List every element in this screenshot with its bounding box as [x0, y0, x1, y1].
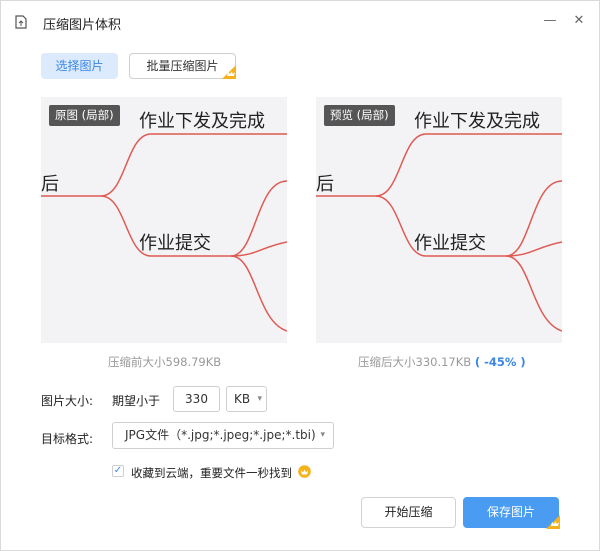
crown-icon: [546, 515, 560, 529]
minimize-icon[interactable]: —: [541, 12, 559, 30]
preview-tag: 预览 (局部): [324, 105, 395, 126]
batch-compress-label: 批量压缩图片: [146, 59, 219, 73]
title-bar: 压缩图片体积 — ✕: [1, 1, 599, 41]
document-icon: [15, 15, 27, 29]
crown-icon: [222, 65, 236, 79]
cloud-save-checkbox[interactable]: ✓: [112, 465, 124, 477]
preview-size-caption: 压缩后大小330.17KB ( -45% ): [358, 354, 526, 370]
mindmap-branches-preview: [316, 133, 562, 332]
size-unit-select[interactable]: KB ▾: [226, 386, 267, 412]
chevron-down-icon: ▾: [257, 394, 262, 404]
chevron-down-icon: ▾: [320, 430, 325, 440]
check-icon: ✓: [113, 465, 123, 476]
save-image-label: 保存图片: [486, 505, 535, 519]
select-image-button[interactable]: 选择图片: [41, 53, 118, 79]
size-label: 图片大小:: [41, 394, 94, 408]
original-image-panel: 后 作业下发及完成 作业提交 原图 (局部): [41, 97, 287, 343]
format-label: 目标格式:: [41, 432, 94, 446]
target-size-input[interactable]: 330: [173, 386, 220, 412]
compression-percent: ( -45% ): [474, 355, 526, 369]
mindmap-node-left: 后: [41, 174, 59, 195]
original-tag: 原图 (局部): [49, 105, 120, 126]
save-image-button[interactable]: 保存图片: [463, 497, 560, 529]
format-select[interactable]: JPG文件（*.jpg;*.jpeg;*.jpe;*.tbi) ▾: [112, 422, 334, 449]
close-icon[interactable]: ✕: [570, 12, 588, 30]
expect-label: 期望小于: [112, 394, 161, 408]
mindmap-node-top-preview: 作业下发及完成: [414, 111, 540, 132]
mindmap-node-top: 作业下发及完成: [139, 111, 265, 132]
mindmap-node-left-preview: 后: [316, 174, 334, 195]
compress-dialog: 压缩图片体积 — ✕ 选择图片 批量压缩图片 后 作业下发及完成 作业提交 原图…: [0, 0, 600, 551]
preview-image-panel: 后 作业下发及完成 作业提交 预览 (局部): [316, 97, 562, 343]
mindmap-node-mid-preview: 作业提交: [414, 233, 486, 254]
mindmap-node-mid: 作业提交: [139, 233, 211, 254]
batch-compress-button[interactable]: 批量压缩图片: [129, 53, 236, 79]
preview-size-text: 压缩后大小330.17KB: [358, 355, 472, 369]
cloud-save-label: 收藏到云端，重要文件一秒找到: [131, 466, 292, 480]
start-compress-button[interactable]: 开始压缩: [361, 497, 456, 528]
vip-icon: [298, 465, 311, 478]
format-value: JPG文件（*.jpg;*.jpeg;*.jpe;*.tbi): [125, 428, 316, 442]
window-title: 压缩图片体积: [43, 18, 122, 33]
mindmap-branches: [41, 133, 287, 332]
original-size-caption: 压缩前大小598.79KB: [108, 355, 222, 369]
size-unit-value: KB: [234, 392, 251, 406]
